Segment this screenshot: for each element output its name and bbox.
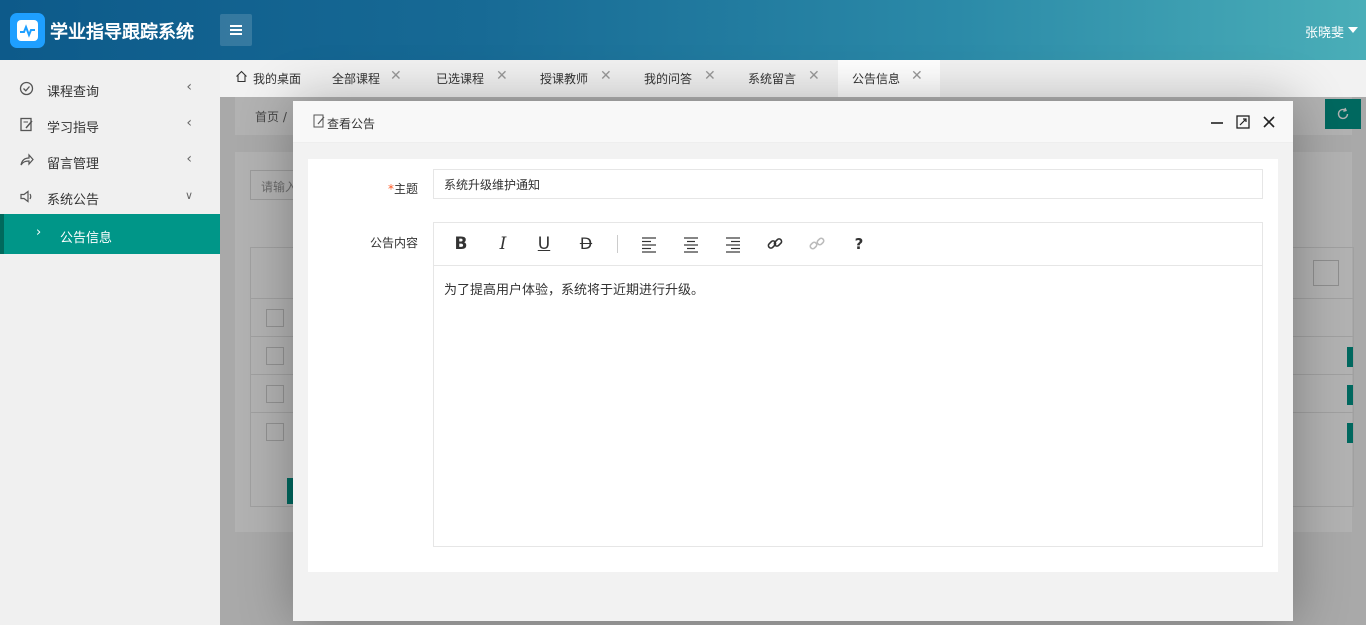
dialog-title: 查看公告: [327, 117, 376, 131]
subject-input[interactable]: [433, 169, 1263, 199]
bold-icon[interactable]: B: [449, 233, 473, 255]
tab-label: 公告信息: [852, 72, 901, 86]
minimize-icon[interactable]: [1209, 114, 1225, 130]
align-center-icon[interactable]: [679, 233, 703, 255]
caret-down-icon[interactable]: [1348, 27, 1358, 33]
align-left-icon[interactable]: [637, 233, 661, 255]
unlink-icon[interactable]: [805, 233, 829, 255]
subject-label-text: 主题: [393, 182, 418, 196]
tab-label: 系统留言: [748, 72, 797, 86]
tab-bar: 我的桌面 全部课程 ✕ 已选课程 ✕ 授课教师 ✕ 我的问答 ✕ 系统留言 ✕ …: [220, 60, 1366, 97]
underline-icon[interactable]: U: [532, 233, 556, 255]
editor-content[interactable]: 为了提高用户体验，系统将于近期进行升级。: [444, 279, 704, 298]
maximize-icon[interactable]: [1235, 114, 1251, 130]
chevron-left-icon: ‹: [186, 115, 192, 131]
chevron-down-icon: ∨: [184, 189, 193, 202]
tab-label: 全部课程: [332, 72, 381, 86]
pulse-logo-icon: [17, 20, 38, 41]
tab-notice-info[interactable]: 公告信息 ✕: [838, 60, 940, 97]
close-icon[interactable]: ✕: [600, 68, 612, 84]
subject-label: *主题: [328, 180, 418, 197]
tab-label: 授课教师: [540, 72, 589, 86]
align-right-icon[interactable]: [721, 233, 745, 255]
sidebar-subitem-label: 公告信息: [60, 231, 113, 246]
link-icon[interactable]: [763, 233, 787, 255]
top-header: 学业指导跟踪系统 张晓斐: [0, 0, 1366, 60]
app-title: 学业指导跟踪系统: [50, 22, 194, 43]
close-icon[interactable]: ✕: [911, 68, 923, 84]
sidebar-item-course-query[interactable]: 课程查询 ‹: [0, 70, 220, 106]
user-menu[interactable]: 张晓斐: [1305, 22, 1344, 41]
close-icon[interactable]: ✕: [496, 68, 508, 84]
tab-teachers[interactable]: 授课教师 ✕: [526, 60, 630, 97]
chevron-left-icon: ‹: [186, 79, 192, 95]
check-circle-icon: [19, 81, 34, 96]
sidebar-item-label: 课程查询: [47, 85, 100, 100]
tab-label: 我的桌面: [253, 72, 302, 86]
view-notice-dialog: 查看公告 *主题 公告内容 B I U D ? 为了提高用户体验，: [293, 101, 1293, 621]
italic-icon[interactable]: I: [491, 233, 515, 255]
strikethrough-icon[interactable]: D: [574, 233, 598, 255]
sidebar-item-message-manage[interactable]: 留言管理 ‹: [0, 142, 220, 178]
tab-label: 已选课程: [436, 72, 485, 86]
sidebar-item-label: 留言管理: [47, 157, 100, 172]
app-logo: [10, 13, 45, 48]
sidebar-item-label: 系统公告: [47, 193, 100, 208]
content-label: 公告内容: [369, 236, 418, 250]
chevron-right-icon: ›: [36, 225, 42, 240]
sidebar-subitem-notice-info[interactable]: › 公告信息: [0, 214, 220, 254]
close-icon[interactable]: ✕: [704, 68, 716, 84]
chevron-left-icon: ‹: [186, 151, 192, 167]
close-icon[interactable]: [1261, 114, 1277, 130]
edit-note-icon: [20, 117, 33, 132]
toolbar-divider: [617, 235, 618, 253]
tab-my-qa[interactable]: 我的问答 ✕: [630, 60, 734, 97]
sidebar: 课程查询 ‹ 学习指导 ‹ 留言管理 ‹ 系统公告 ∨ › 公告信息: [0, 60, 220, 625]
menu-toggle-button[interactable]: [220, 14, 252, 46]
tab-selected-courses[interactable]: 已选课程 ✕: [422, 60, 526, 97]
hamburger-line: [230, 29, 242, 31]
edit-note-icon: [313, 114, 325, 128]
tab-system-messages[interactable]: 系统留言 ✕: [734, 60, 838, 97]
sidebar-item-study-guide[interactable]: 学习指导 ‹: [0, 106, 220, 142]
tab-my-desktop[interactable]: 我的桌面: [220, 60, 318, 97]
close-icon[interactable]: ✕: [390, 68, 402, 84]
tab-all-courses[interactable]: 全部课程 ✕: [318, 60, 422, 97]
tab-label: 我的问答: [644, 72, 693, 86]
editor-toolbar: B I U D ?: [434, 223, 1262, 266]
sidebar-item-label: 学习指导: [47, 121, 100, 136]
dialog-form: *主题 公告内容 B I U D ? 为了提高用户体验，系统将于近期进行升级。: [308, 159, 1278, 572]
home-icon: [236, 70, 247, 83]
share-icon: [20, 153, 34, 166]
hamburger-line: [230, 33, 242, 35]
dialog-header: 查看公告: [293, 101, 1293, 143]
close-icon[interactable]: ✕: [808, 68, 820, 84]
hamburger-icon: [230, 25, 242, 27]
rich-text-editor[interactable]: B I U D ? 为了提高用户体验，系统将于近期进行升级。: [433, 222, 1263, 547]
sidebar-item-system-notice[interactable]: 系统公告 ∨: [0, 178, 220, 214]
help-icon[interactable]: ?: [847, 233, 871, 255]
speaker-icon: [20, 190, 32, 203]
